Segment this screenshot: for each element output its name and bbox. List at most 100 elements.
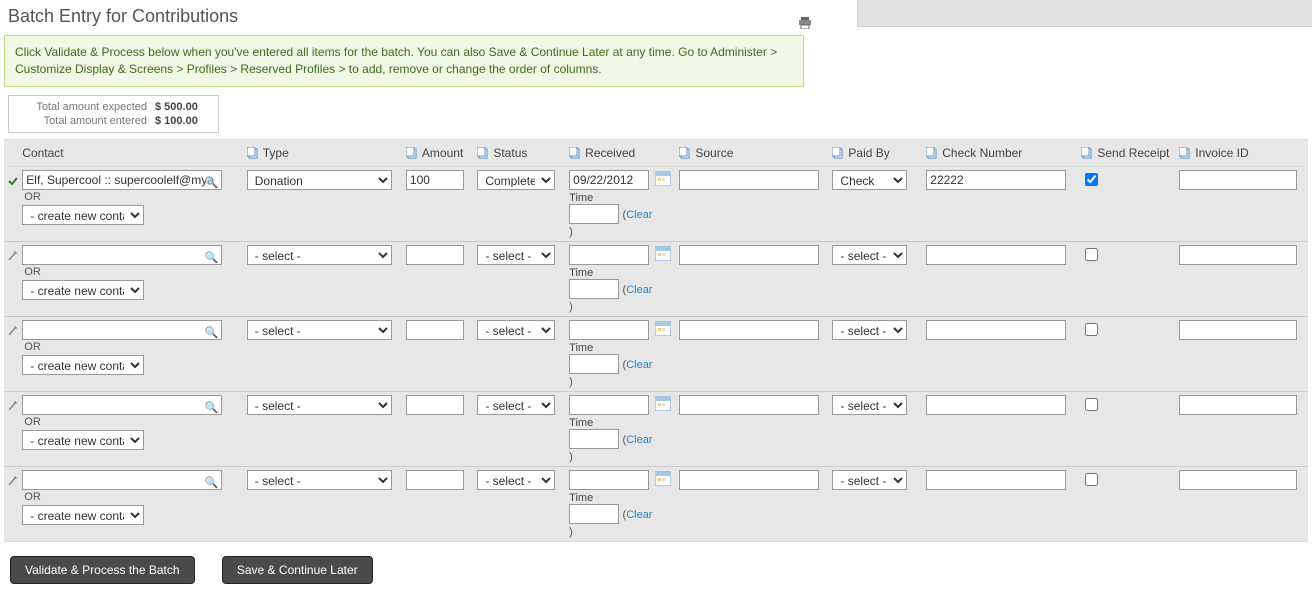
clear-link[interactable]: Clear <box>626 359 652 371</box>
create-new-contact-select[interactable]: - create new contact - <box>22 280 144 300</box>
time-label: Time <box>569 490 671 504</box>
copy-icon[interactable] <box>926 147 939 160</box>
amount-input[interactable] <box>406 170 464 190</box>
type-select[interactable]: - select - <box>247 320 392 340</box>
invoice-id-input[interactable] <box>1179 395 1297 415</box>
clear-link[interactable]: Clear <box>626 209 652 221</box>
received-date-input[interactable] <box>569 245 649 265</box>
create-new-contact-select[interactable]: - create new contact - <box>22 505 144 525</box>
contact-input[interactable] <box>22 245 222 265</box>
header-amount: Amount <box>422 146 463 160</box>
type-select[interactable]: - select - <box>247 395 392 415</box>
time-label: Time <box>569 190 671 204</box>
time-input[interactable] <box>569 279 619 299</box>
send-receipt-checkbox[interactable] <box>1085 473 1098 486</box>
header-invoice-id: Invoice ID <box>1195 146 1248 160</box>
copy-icon[interactable] <box>1179 147 1192 160</box>
save-continue-button[interactable]: Save & Continue Later <box>222 556 373 584</box>
status-select[interactable]: - select - <box>477 395 555 415</box>
invoice-id-input[interactable] <box>1179 470 1297 490</box>
clear-link[interactable]: Clear <box>626 509 652 521</box>
create-new-contact-select[interactable]: - create new contact - <box>22 355 144 375</box>
source-input[interactable] <box>679 170 819 190</box>
calendar-icon[interactable] <box>655 320 671 336</box>
create-new-contact-select[interactable]: - create new contact - <box>22 430 144 450</box>
source-input[interactable] <box>679 395 819 415</box>
type-select[interactable]: Donation <box>247 170 392 190</box>
source-input[interactable] <box>679 245 819 265</box>
copy-icon[interactable] <box>477 147 490 160</box>
total-entered-label: Total amount entered <box>17 115 147 127</box>
calendar-icon[interactable] <box>655 395 671 411</box>
send-receipt-checkbox[interactable] <box>1085 173 1098 186</box>
header-type: Type <box>263 146 289 160</box>
source-input[interactable] <box>679 320 819 340</box>
amount-input[interactable] <box>406 320 464 340</box>
check-number-input[interactable] <box>926 395 1066 415</box>
copy-icon[interactable] <box>247 147 260 160</box>
totals-box: Total amount expected $ 500.00 Total amo… <box>8 95 219 133</box>
copy-icon[interactable] <box>569 147 582 160</box>
copy-icon[interactable] <box>679 147 692 160</box>
calendar-icon[interactable] <box>655 170 671 186</box>
invoice-id-input[interactable] <box>1179 245 1297 265</box>
or-label: OR <box>22 490 238 505</box>
check-number-input[interactable] <box>926 320 1066 340</box>
time-input[interactable] <box>569 429 619 449</box>
received-date-input[interactable] <box>569 170 649 190</box>
check-number-input[interactable] <box>926 170 1066 190</box>
received-date-input[interactable] <box>569 395 649 415</box>
clear-link[interactable]: Clear <box>626 284 652 296</box>
invoice-id-input[interactable] <box>1179 320 1297 340</box>
paid-by-select[interactable]: - select - <box>832 470 907 490</box>
status-select[interactable]: - select - <box>477 245 555 265</box>
header-received: Received <box>585 146 635 160</box>
header-source: Source <box>695 146 733 160</box>
header-status: Status <box>493 146 527 160</box>
time-input[interactable] <box>569 504 619 524</box>
check-number-input[interactable] <box>926 245 1066 265</box>
type-select[interactable]: - select - <box>247 470 392 490</box>
paid-by-select[interactable]: - select - <box>832 245 907 265</box>
contact-input[interactable] <box>22 170 222 190</box>
copy-icon[interactable] <box>1081 147 1094 160</box>
amount-input[interactable] <box>406 245 464 265</box>
send-receipt-checkbox[interactable] <box>1085 398 1098 411</box>
calendar-icon[interactable] <box>655 245 671 261</box>
invoice-id-input[interactable] <box>1179 170 1297 190</box>
header-send-receipt: Send Receipt <box>1097 146 1169 160</box>
status-select[interactable]: Completed <box>477 170 555 190</box>
total-entered-value: $ 100.00 <box>155 115 210 127</box>
paid-by-select[interactable]: - select - <box>832 320 907 340</box>
time-input[interactable] <box>569 354 619 374</box>
header-check-number: Check Number <box>942 146 1022 160</box>
contact-input[interactable] <box>22 395 222 415</box>
status-select[interactable]: - select - <box>477 470 555 490</box>
paid-by-select[interactable]: - select - <box>832 395 907 415</box>
calendar-icon[interactable] <box>655 470 671 486</box>
status-select[interactable]: - select - <box>477 320 555 340</box>
received-date-input[interactable] <box>569 320 649 340</box>
paid-by-select[interactable]: Check <box>832 170 907 190</box>
copy-icon[interactable] <box>406 147 419 160</box>
send-receipt-checkbox[interactable] <box>1085 323 1098 336</box>
send-receipt-checkbox[interactable] <box>1085 248 1098 261</box>
contact-input[interactable] <box>22 320 222 340</box>
source-input[interactable] <box>679 470 819 490</box>
row-status-icon <box>8 475 18 485</box>
received-date-input[interactable] <box>569 470 649 490</box>
time-input[interactable] <box>569 204 619 224</box>
row-status-icon <box>8 325 18 335</box>
clear-link[interactable]: Clear <box>626 434 652 446</box>
amount-input[interactable] <box>406 395 464 415</box>
check-number-input[interactable] <box>926 470 1066 490</box>
type-select[interactable]: - select - <box>247 245 392 265</box>
contact-input[interactable] <box>22 470 222 490</box>
create-new-contact-select[interactable]: - create new contact - <box>22 205 144 225</box>
time-label: Time <box>569 340 671 354</box>
validate-process-button[interactable]: Validate & Process the Batch <box>10 556 195 584</box>
copy-icon[interactable] <box>832 147 845 160</box>
print-icon[interactable] <box>798 17 812 32</box>
table-row: 🔍 OR - create new contact - - select - -… <box>4 316 1308 391</box>
amount-input[interactable] <box>406 470 464 490</box>
